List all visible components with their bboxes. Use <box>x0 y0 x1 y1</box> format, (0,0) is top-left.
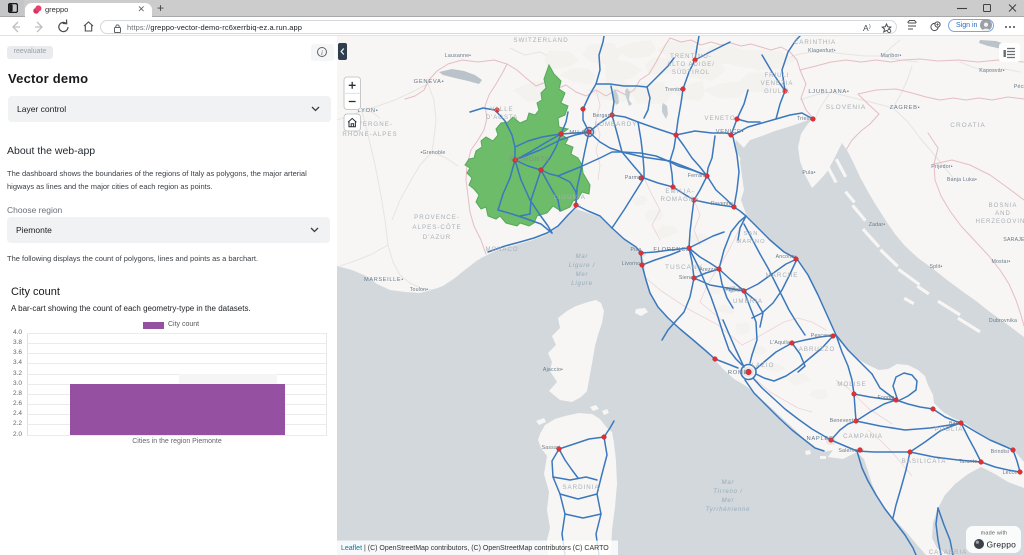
svg-text:BOSNIA: BOSNIA <box>989 203 1018 209</box>
svg-text:VENICE•: VENICE• <box>716 129 745 135</box>
svg-text:ABRUZZO: ABRUZZO <box>799 346 836 353</box>
svg-text:TRENTINO-: TRENTINO- <box>670 54 712 60</box>
svg-text:ROMAGNA: ROMAGNA <box>661 196 700 203</box>
svg-text:RHÔNE-ALPES: RHÔNE-ALPES <box>342 131 397 138</box>
svg-text:TUSCANY: TUSCANY <box>665 264 703 271</box>
svg-text:made with: made with <box>981 531 1008 537</box>
svg-text:Foggia: Foggia <box>877 395 894 401</box>
svg-text:Ancona•: Ancona• <box>776 254 797 260</box>
svg-text:CALABRIA: CALABRIA <box>929 549 968 555</box>
svg-text:Tirreno /: Tirreno / <box>713 489 743 495</box>
svg-text:SAN: SAN <box>744 231 759 237</box>
svg-text:Klagenfurt•: Klagenfurt• <box>808 48 836 54</box>
svg-text:Brindisi: Brindisi <box>991 449 1010 455</box>
svg-text:VENEZIA: VENEZIA <box>761 81 794 87</box>
svg-text:UMBRIA: UMBRIA <box>733 298 763 305</box>
svg-text:VALLE: VALLE <box>490 107 513 113</box>
svg-text:Taranto: Taranto <box>959 459 978 465</box>
svg-text:NAPLES: NAPLES <box>806 436 833 442</box>
svg-text:Mar: Mar <box>576 254 589 260</box>
svg-text:Mer: Mer <box>722 498 735 504</box>
svg-text:LYON•: LYON• <box>358 108 379 114</box>
svg-text:Split•: Split• <box>929 264 942 270</box>
svg-text:Bergamo: Bergamo <box>593 113 615 119</box>
svg-text:Prijedor•: Prijedor• <box>931 164 953 170</box>
svg-text:D'AOSTA: D'AOSTA <box>486 115 518 121</box>
svg-text:Maribor•: Maribor• <box>881 53 902 59</box>
svg-text:AND: AND <box>995 211 1011 217</box>
svg-text:Toulon•: Toulon• <box>410 287 429 293</box>
svg-text:EMILIA-: EMILIA- <box>665 188 694 195</box>
svg-text:ROME: ROME <box>728 370 748 376</box>
svg-text:Trento: Trento <box>665 87 681 93</box>
svg-text:HERZEGOVINA: HERZEGOVINA <box>976 219 1024 225</box>
svg-text:MARINO: MARINO <box>736 239 765 245</box>
svg-text:Ligure: Ligure <box>571 281 592 287</box>
svg-text:CAMPANIA: CAMPANIA <box>843 433 883 440</box>
svg-text:SÜDTIROL: SÜDTIROL <box>672 69 710 76</box>
svg-text:ALPES-CÔTE: ALPES-CÔTE <box>412 224 461 231</box>
svg-text:MONACO: MONACO <box>486 247 519 253</box>
svg-text:Pisa: Pisa <box>631 247 642 253</box>
svg-text:Ferrara: Ferrara <box>688 173 706 179</box>
svg-text:Parma: Parma <box>625 175 641 181</box>
svg-text:VENETO: VENETO <box>704 115 735 122</box>
svg-text:LJUBLJANA•: LJUBLJANA• <box>808 89 849 95</box>
svg-text:L'Aquila: L'Aquila <box>770 340 790 346</box>
svg-text:Bari: Bari <box>949 421 959 427</box>
svg-text:Siena: Siena <box>679 275 693 281</box>
svg-text:MARCHE: MARCHE <box>766 272 799 279</box>
svg-text:Lecce: Lecce <box>1003 470 1018 476</box>
svg-text:MARSEILLE•: MARSEILLE• <box>364 277 404 283</box>
svg-text:Livorno: Livorno <box>622 261 640 267</box>
svg-text:Mostar•: Mostar• <box>991 259 1010 265</box>
svg-text:SLOVENIA: SLOVENIA <box>826 104 867 111</box>
svg-text:D'AZUR: D'AZUR <box>423 234 452 241</box>
svg-text:PROVENCE-: PROVENCE- <box>414 214 460 221</box>
svg-text:Leaflet | (C) OpenStreetMap co: Leaflet | (C) OpenStreetMap contributors… <box>341 545 609 552</box>
svg-text:ALTO ADIGE/: ALTO ADIGE/ <box>667 62 715 68</box>
svg-text:Pula•: Pula• <box>802 170 815 176</box>
svg-text:CARINTHIA: CARINTHIA <box>794 39 836 46</box>
svg-text:FRIULI: FRIULI <box>764 73 789 79</box>
svg-text:•Grenoble: •Grenoble <box>421 150 446 156</box>
svg-text:Pécs: Pécs <box>1014 84 1024 90</box>
svg-text:MOLISE: MOLISE <box>837 381 866 388</box>
svg-text:Tyrrhénienne: Tyrrhénienne <box>706 507 751 513</box>
svg-text:CROATIA: CROATIA <box>950 122 985 129</box>
svg-text:ZAGREB•: ZAGREB• <box>890 105 921 111</box>
svg-text:): ) <box>869 24 871 30</box>
svg-text:Salerno: Salerno <box>838 448 857 454</box>
svg-text:Dubrovnika: Dubrovnika <box>989 318 1017 324</box>
svg-text:FLORENCE: FLORENCE <box>653 247 690 253</box>
svg-text:Arezzo: Arezzo <box>699 267 716 273</box>
svg-text:Perugia: Perugia <box>725 287 744 293</box>
svg-text:Ligure /: Ligure / <box>569 263 596 269</box>
svg-text:Greppo: Greppo <box>987 540 1017 550</box>
svg-text:Kaposvár•: Kaposvár• <box>979 68 1005 74</box>
svg-text:Mer: Mer <box>576 272 589 278</box>
svg-text:PIEMONTE: PIEMONTE <box>510 156 550 163</box>
svg-text:SARDINIA: SARDINIA <box>562 484 599 491</box>
svg-text:LAZIO: LAZIO <box>752 362 775 369</box>
svg-text:PUGLIA: PUGLIA <box>935 426 964 433</box>
svg-text:GIULIA: GIULIA <box>764 89 790 95</box>
svg-text:LOMBARDY: LOMBARDY <box>595 121 638 128</box>
svg-text:SARAJE: SARAJE <box>1003 237 1024 243</box>
svg-text:SWITZERLAND: SWITZERLAND <box>513 37 568 44</box>
svg-text:Benevento: Benevento <box>830 418 857 424</box>
svg-text:Pescara: Pescara <box>811 333 831 339</box>
svg-text:Triest: Triest <box>797 116 811 122</box>
svg-text:GENEVA•: GENEVA• <box>414 79 445 85</box>
svg-text:Lausanne•: Lausanne• <box>445 53 471 59</box>
svg-text:Mar: Mar <box>722 480 735 486</box>
svg-text:LIGURIA: LIGURIA <box>554 194 586 201</box>
svg-text:BASILICATA: BASILICATA <box>902 458 947 465</box>
svg-text:Ravenna: Ravenna <box>711 201 733 207</box>
svg-text:Zadar•: Zadar• <box>869 222 886 228</box>
svg-text:MILAN: MILAN <box>569 130 590 136</box>
svg-text:Banja Luka•: Banja Luka• <box>947 177 977 183</box>
svg-text:Ajaccio•: Ajaccio• <box>543 367 563 373</box>
svg-text:Sassari: Sassari <box>542 445 561 451</box>
